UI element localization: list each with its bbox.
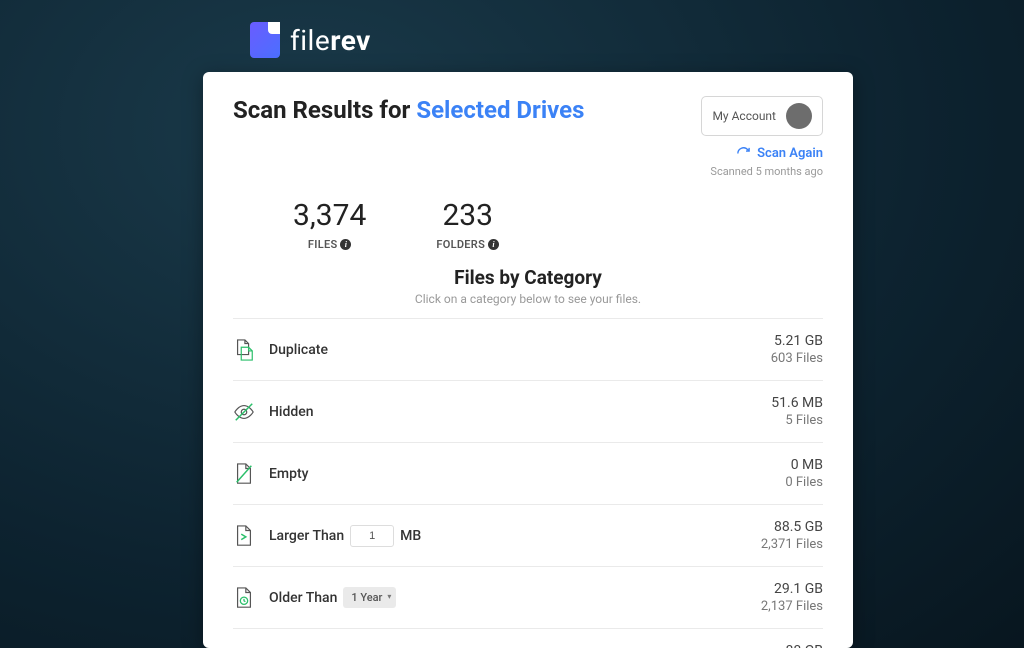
older-than-icon xyxy=(233,586,255,610)
brand-logo: filerev xyxy=(0,0,1024,58)
hidden-icon xyxy=(233,400,255,424)
my-account-button[interactable]: My Account xyxy=(701,96,823,136)
info-icon[interactable]: i xyxy=(488,239,499,250)
info-icon[interactable]: i xyxy=(340,239,351,250)
results-card: Scan Results for Selected Drives My Acco… xyxy=(203,72,853,648)
refresh-icon xyxy=(736,146,751,161)
duplicate-icon xyxy=(233,338,255,362)
larger-than-input[interactable] xyxy=(350,525,394,547)
section-header: Files by Category Click on a category be… xyxy=(233,266,823,306)
category-list: Duplicate 5.21 GB 603 Files Hidden 5 xyxy=(233,318,823,648)
logo-text: filerev xyxy=(290,24,371,57)
page-title: Scan Results for Selected Drives xyxy=(233,96,584,124)
category-row-older-than[interactable]: Older Than 1 Year 29.1 GB 2,137 Files xyxy=(233,566,823,628)
selected-drives-link[interactable]: Selected Drives xyxy=(416,96,584,124)
category-row-empty[interactable]: Empty 0 MB 0 Files xyxy=(233,442,823,504)
stats-row: 3,374 FILES i 233 FOLDERS i xyxy=(293,198,823,252)
category-row-duplicate[interactable]: Duplicate 5.21 GB 603 Files xyxy=(233,318,823,380)
empty-icon xyxy=(233,462,255,486)
scan-again-button[interactable]: Scan Again xyxy=(736,146,823,161)
stat-folders[interactable]: 233 FOLDERS i xyxy=(436,198,499,252)
logo-icon xyxy=(250,22,280,58)
avatar xyxy=(786,103,812,129)
category-row-hidden[interactable]: Hidden 51.6 MB 5 Files xyxy=(233,380,823,442)
scanned-ago-text: Scanned 5 months ago xyxy=(710,165,823,178)
category-row-larger-than[interactable]: Larger Than MB 88.5 GB 2,371 Files xyxy=(233,504,823,566)
stat-files[interactable]: 3,374 FILES i xyxy=(293,198,366,252)
larger-than-icon xyxy=(233,524,255,548)
category-row-not-owned[interactable]: Not Owned By Me 88 GB 3,260 Files xyxy=(233,628,823,648)
older-than-select[interactable]: 1 Year xyxy=(343,587,396,608)
